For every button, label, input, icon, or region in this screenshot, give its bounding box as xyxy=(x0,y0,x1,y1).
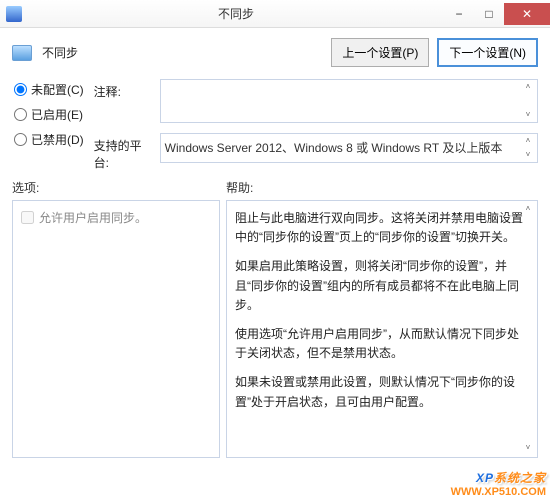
policy-icon xyxy=(12,45,32,61)
header-row: 不同步 上一个设置(P) 下一个设置(N) xyxy=(0,28,550,73)
comment-spinner: ˄ ˅ xyxy=(521,82,535,120)
help-pane: ˄ 阻止与此电脑进行双向同步。这将关闭并禁用电脑设置中的“同步你的设置”页上的“… xyxy=(226,200,538,458)
help-paragraph: 如果启用此策略设置，则将关闭“同步你的设置”，并且“同步你的设置”组内的所有成员… xyxy=(235,257,529,315)
platform-input[interactable]: Windows Server 2012、Windows 8 或 Windows … xyxy=(160,133,538,163)
watermark-brand: XP系统之家 xyxy=(451,465,546,488)
radio-disabled[interactable]: 已禁用(D) xyxy=(14,131,84,148)
allow-user-sync-label: 允许用户启用同步。 xyxy=(39,209,147,226)
radio-not-configured-input[interactable] xyxy=(14,83,27,96)
spin-up-icon[interactable]: ˄ xyxy=(521,136,535,146)
radio-not-configured-label: 未配置(C) xyxy=(31,81,84,98)
app-icon xyxy=(6,6,22,22)
window-title: 不同步 xyxy=(28,5,444,22)
platform-spinner: ˄ ˅ xyxy=(521,136,535,160)
allow-user-sync-checkbox[interactable]: 允许用户启用同步。 xyxy=(21,209,211,226)
watermark-cn: 系统之家 xyxy=(494,471,546,485)
radio-enabled[interactable]: 已启用(E) xyxy=(14,106,84,123)
titlebar: 不同步 − □ ✕ xyxy=(0,0,550,28)
help-paragraph: 使用选项“允许用户启用同步”，从而默认情况下同步处于关闭状态，但不是禁用状态。 xyxy=(235,325,529,363)
platform-value: Windows Server 2012、Windows 8 或 Windows … xyxy=(165,141,503,155)
radio-disabled-input[interactable] xyxy=(14,133,27,146)
comment-row: 注释: ˄ ˅ xyxy=(94,79,538,123)
platform-label: 支持的平台: xyxy=(94,133,154,171)
page-title: 不同步 xyxy=(42,44,321,61)
state-radio-group: 未配置(C) 已启用(E) 已禁用(D) xyxy=(14,77,84,148)
allow-user-sync-input[interactable] xyxy=(21,211,34,224)
lower-panes: 允许用户启用同步。 ˄ 阻止与此电脑进行双向同步。这将关闭并禁用电脑设置中的“同… xyxy=(0,200,550,466)
next-setting-button[interactable]: 下一个设置(N) xyxy=(437,38,538,67)
spin-down-icon[interactable]: ˅ xyxy=(521,110,535,120)
chevron-down-icon: ˅ xyxy=(521,442,535,455)
comment-label: 注释: xyxy=(94,79,154,100)
spin-up-icon[interactable]: ˄ xyxy=(521,82,535,92)
spin-down-icon[interactable]: ˅ xyxy=(521,150,535,160)
help-paragraph: 如果未设置或禁用此设置，则默认情况下“同步你的设置”处于开启状态，且可由用户配置… xyxy=(235,373,529,411)
help-scroll-down[interactable]: ˅ xyxy=(521,442,535,455)
radio-disabled-label: 已禁用(D) xyxy=(31,131,84,148)
options-section-label: 选项: xyxy=(12,179,226,196)
minimize-button[interactable]: − xyxy=(444,3,474,25)
help-scroll-up[interactable]: ˄ xyxy=(521,203,535,216)
help-paragraph: 阻止与此电脑进行双向同步。这将关闭并禁用电脑设置中的“同步你的设置”页上的“同步… xyxy=(235,209,529,247)
section-labels: 选项: 帮助: xyxy=(0,171,550,200)
chevron-up-icon: ˄ xyxy=(521,203,535,216)
watermark-url: WWW.XP510.COM xyxy=(451,486,546,498)
platform-row: 支持的平台: Windows Server 2012、Windows 8 或 W… xyxy=(94,133,538,171)
window-buttons: − □ ✕ xyxy=(444,3,550,25)
config-row: 未配置(C) 已启用(E) 已禁用(D) 注释: ˄ ˅ 支持的平台: Win xyxy=(0,73,550,171)
radio-enabled-label: 已启用(E) xyxy=(31,106,83,123)
watermark: XP系统之家 WWW.XP510.COM xyxy=(451,465,546,498)
comment-input[interactable]: ˄ ˅ xyxy=(160,79,538,123)
maximize-button[interactable]: □ xyxy=(474,3,504,25)
radio-not-configured[interactable]: 未配置(C) xyxy=(14,81,84,98)
radio-enabled-input[interactable] xyxy=(14,108,27,121)
options-pane: 允许用户启用同步。 xyxy=(12,200,220,458)
close-button[interactable]: ✕ xyxy=(504,3,550,25)
fields-col: 注释: ˄ ˅ 支持的平台: Windows Server 2012、Windo… xyxy=(94,77,538,171)
nav-buttons: 上一个设置(P) 下一个设置(N) xyxy=(331,38,538,67)
prev-setting-button[interactable]: 上一个设置(P) xyxy=(331,38,429,67)
watermark-xp: XP xyxy=(476,471,494,485)
help-section-label: 帮助: xyxy=(226,179,253,196)
